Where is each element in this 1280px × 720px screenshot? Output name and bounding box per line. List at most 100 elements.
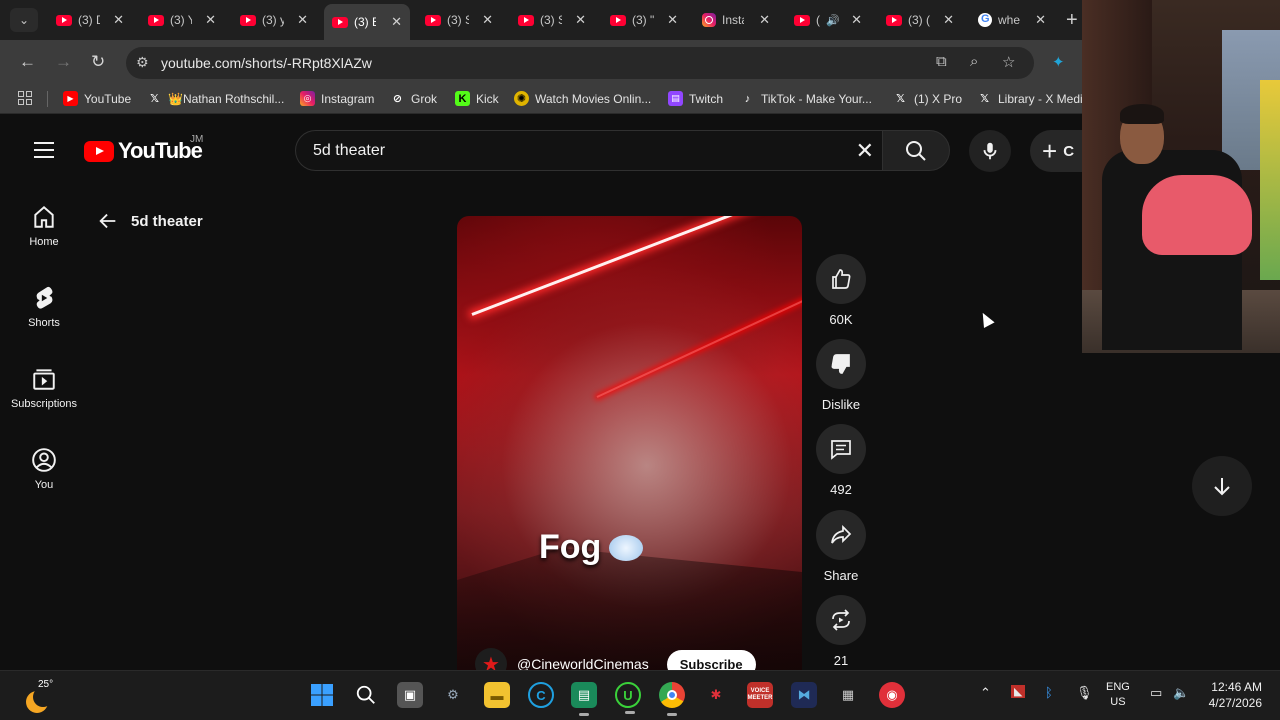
x-icon: 𝕏	[980, 93, 989, 105]
short-video-player[interactable]: Fog ★ @CineworldCinemas Subscribe	[457, 216, 802, 670]
antivirus-icon[interactable]: ✱	[703, 682, 729, 708]
app-icon-green[interactable]: ▤	[571, 682, 597, 716]
close-icon[interactable]: ✕	[575, 12, 586, 28]
next-video-button[interactable]	[1192, 456, 1252, 516]
close-icon[interactable]: ✕	[1035, 12, 1046, 28]
subscribe-button[interactable]: Subscribe	[666, 649, 756, 670]
extension-icon[interactable]: ✦	[1052, 53, 1065, 71]
bookmark-item[interactable]: K Kick	[455, 91, 499, 106]
app-icon-bowtie[interactable]: ⧓	[791, 682, 817, 708]
forward-arrow-icon[interactable]: →	[55, 52, 72, 72]
home-icon	[34, 205, 54, 228]
back-to-search[interactable]: 5d theater	[97, 210, 203, 232]
back-arrow-icon[interactable]: ←	[19, 52, 36, 72]
bookmark-item[interactable]: ▤ Twitch	[668, 91, 723, 106]
close-icon[interactable]: ✕	[205, 12, 216, 28]
file-explorer-icon[interactable]: ▬	[484, 682, 510, 708]
apps-grid-icon[interactable]	[18, 91, 32, 105]
settings-gear-icon[interactable]: ⚙	[440, 682, 466, 708]
network-icon[interactable]: ▭	[1150, 685, 1162, 701]
close-icon[interactable]: ✕	[391, 14, 402, 30]
create-button[interactable]: + C	[1030, 130, 1090, 172]
voice-search-button[interactable]	[969, 130, 1011, 172]
start-button[interactable]	[309, 682, 335, 708]
close-icon[interactable]: ✕	[759, 12, 770, 28]
like-button[interactable]	[816, 254, 866, 304]
address-bar[interactable]: ⚙ youtube.com/shorts/-RRpt8XlAZw ⧉ ⌕ ☆	[126, 47, 1034, 79]
bookmark-item[interactable]: ✺ Watch Movies Onlin...	[514, 91, 651, 106]
like-action: 60K	[815, 254, 867, 327]
browser-tab[interactable]: (3) Y ✕	[140, 6, 224, 34]
bookmark-item[interactable]: 𝕏 Library - X Medi	[977, 91, 1083, 106]
url-text[interactable]: youtube.com/shorts/-RRpt8XlAZw	[161, 55, 372, 71]
browser-tab[interactable]: (3) S ✕	[510, 6, 594, 34]
close-icon[interactable]: ✕	[113, 12, 124, 28]
taskbar-search[interactable]	[353, 682, 379, 708]
browser-tab[interactable]: (3) D ✕	[48, 6, 132, 34]
share-button[interactable]	[816, 510, 866, 560]
bookmark-label: Library - X Medi	[998, 91, 1083, 106]
channel-avatar[interactable]: ★	[475, 648, 507, 670]
bookmark-item[interactable]: ⊘ Grok	[390, 91, 437, 106]
dislike-button[interactable]	[816, 339, 866, 389]
task-view-icon[interactable]: ▣	[397, 682, 423, 708]
tab-search-button[interactable]: ⌄	[10, 8, 38, 32]
youtube-page: YouTube JM 5d theater ✕ + C Home Shorts …	[0, 114, 1252, 670]
youtube-icon	[518, 14, 534, 26]
chevron-up-icon[interactable]: ⌃	[980, 685, 991, 701]
install-app-icon[interactable]: ⧉	[936, 53, 947, 70]
bookmark-star-icon[interactable]: ☆	[1002, 53, 1015, 71]
bookmark-label: Kick	[476, 91, 499, 106]
search-box[interactable]: 5d theater ✕	[295, 130, 882, 171]
reload-icon[interactable]: ↻	[91, 52, 105, 72]
app-icon-red-circle[interactable]: ◉	[879, 682, 905, 708]
menu-icon[interactable]	[34, 142, 54, 158]
system-clock[interactable]: 12:46 AM 4/27/2026	[1200, 679, 1262, 711]
input-language[interactable]: ENG US	[1106, 680, 1130, 710]
weather-widget[interactable]: 25°	[24, 679, 58, 713]
zoom-icon[interactable]: ⌕	[970, 53, 978, 70]
browser-tab-active[interactable]: (3) E ✕	[324, 4, 410, 40]
bookmark-item[interactable]: ▶ YouTube	[63, 91, 131, 106]
bookmark-item[interactable]: 𝕏 (1) X Pro	[893, 91, 962, 106]
share-action: Share	[815, 510, 867, 583]
close-icon[interactable]: ✕	[943, 12, 954, 28]
sidebar-item-shorts[interactable]: Shorts	[4, 285, 84, 355]
sidebar-item-subscriptions[interactable]: Subscriptions	[4, 366, 84, 436]
bookmark-item[interactable]: ♪ TikTok - Make Your...	[740, 91, 872, 106]
browser-tab[interactable]: (3) (✕	[878, 6, 962, 34]
browser-tab[interactable]: Insta ✕	[694, 6, 778, 34]
close-icon[interactable]: ✕	[482, 12, 493, 28]
microphone-icon[interactable]: 🎙	[1076, 685, 1093, 701]
sidebar-item-you[interactable]: You	[4, 447, 84, 517]
new-tab-button[interactable]: +	[1066, 9, 1078, 32]
bookmark-item[interactable]: ◎ Instagram	[300, 91, 374, 106]
volume-icon[interactable]: 🔈	[1173, 685, 1189, 701]
browser-tab[interactable]: (3) S ✕	[417, 6, 501, 34]
app-icon-docs[interactable]: ▦	[835, 682, 861, 708]
site-settings-icon[interactable]: ⚙	[136, 54, 149, 71]
voicemeeter-icon[interactable]: VOICE MEETER	[747, 682, 773, 708]
browser-tab[interactable]: (🔊 ✕	[786, 6, 870, 34]
sidebar-item-home[interactable]: Home	[4, 204, 84, 274]
channel-name[interactable]: @CineworldCinemas	[517, 656, 649, 670]
keyboard-layout: US	[1110, 696, 1126, 708]
youtube-logo[interactable]: YouTube JM	[84, 134, 203, 164]
utorrent-icon[interactable]: U	[615, 682, 641, 714]
cortana-icon[interactable]: C	[528, 682, 554, 708]
clear-search-icon[interactable]: ✕	[856, 138, 874, 164]
browser-tab[interactable]: whe ✕	[970, 6, 1054, 34]
chrome-icon[interactable]	[659, 682, 685, 716]
bluetooth-icon[interactable]: ᛒ	[1045, 685, 1053, 700]
amd-icon[interactable]: ◣	[1011, 685, 1026, 698]
comment-button[interactable]	[816, 424, 866, 474]
browser-tab[interactable]: (3) " ✕	[602, 6, 686, 34]
close-icon[interactable]: ✕	[851, 12, 862, 28]
browser-tab[interactable]: (3) y ✕	[232, 6, 316, 34]
close-icon[interactable]: ✕	[667, 12, 678, 28]
close-icon[interactable]: ✕	[297, 12, 308, 28]
search-button[interactable]	[882, 130, 950, 171]
search-input[interactable]: 5d theater	[313, 142, 385, 160]
remix-button[interactable]	[816, 595, 866, 645]
bookmark-item[interactable]: 𝕏 👑Nathan Rothschil...	[147, 91, 284, 106]
